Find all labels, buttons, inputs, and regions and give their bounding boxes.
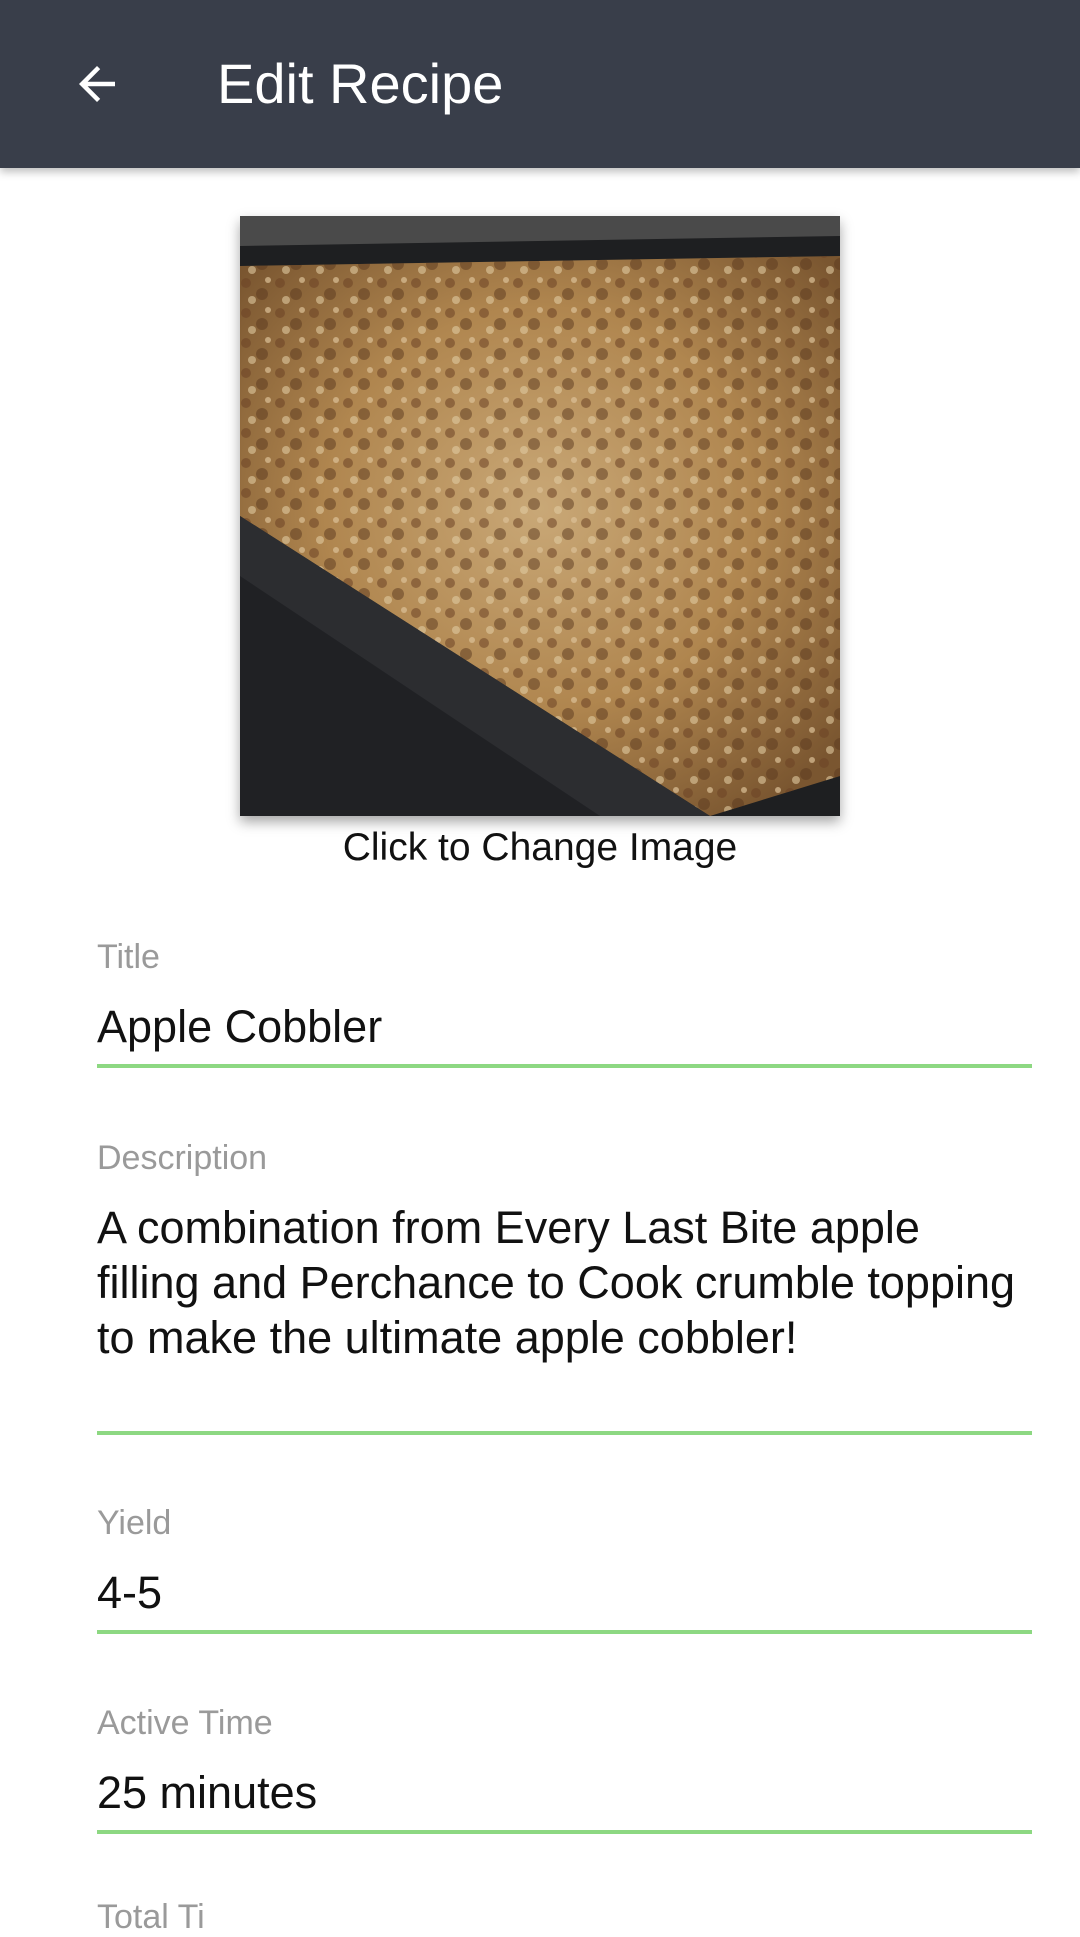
arrow-left-icon — [79, 66, 115, 102]
active-time-input[interactable]: 25 minutes — [97, 1765, 1032, 1820]
back-button[interactable] — [60, 44, 134, 124]
active-time-field[interactable]: Active Time 25 minutes — [97, 1704, 1032, 1836]
yield-input[interactable]: 4-5 — [97, 1565, 1032, 1620]
active-time-underline — [97, 1830, 1032, 1834]
total-time-label: Total Ti — [97, 1898, 205, 1936]
app-bar: Edit Recipe — [0, 0, 1080, 168]
yield-underline — [97, 1630, 1032, 1634]
title-underline — [97, 1064, 1032, 1068]
title-label: Title — [97, 938, 160, 976]
recipe-image[interactable] — [240, 216, 840, 816]
recipe-photo — [240, 216, 840, 816]
page-title: Edit Recipe — [217, 52, 504, 115]
description-label: Description — [97, 1139, 268, 1177]
yield-label: Yield — [97, 1504, 172, 1542]
description-input[interactable]: A combination from Every Last Bite apple… — [97, 1200, 1032, 1365]
description-underline — [97, 1431, 1032, 1435]
description-field[interactable]: Description A combination from Every Las… — [97, 1139, 1032, 1440]
yield-field[interactable]: Yield 4-5 — [97, 1504, 1032, 1636]
change-image-caption[interactable]: Click to Change Image — [0, 826, 1080, 870]
title-input[interactable]: Apple Cobbler — [97, 999, 1032, 1054]
title-field[interactable]: Title Apple Cobbler — [97, 938, 1032, 1070]
active-time-label: Active Time — [97, 1704, 273, 1742]
edit-recipe-form: Click to Change Image Title Apple Cobble… — [0, 168, 1080, 1936]
